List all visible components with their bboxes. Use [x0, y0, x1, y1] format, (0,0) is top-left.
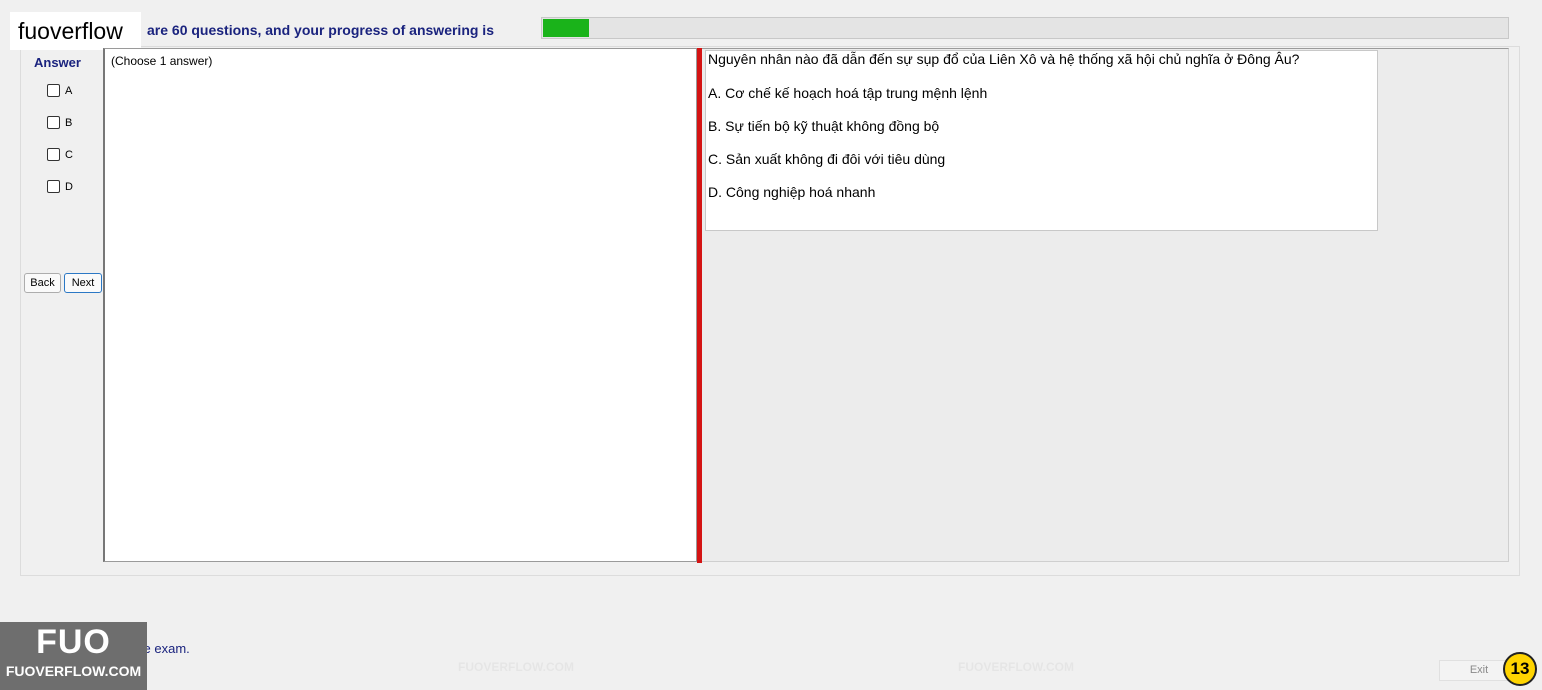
answer-option-c[interactable]: C: [47, 148, 73, 161]
answer-option-b[interactable]: B: [47, 116, 72, 129]
back-button[interactable]: Back: [24, 273, 61, 293]
fuoverflow-logo: FUO FUOVERFLOW.COM: [0, 622, 147, 690]
progress-bar: [541, 17, 1509, 39]
next-button[interactable]: Next: [64, 273, 102, 293]
logo-text: FUO: [36, 623, 111, 661]
answer-option-label: C: [65, 148, 73, 161]
answer-title: Answer: [34, 55, 81, 70]
answer-option-label: B: [65, 116, 73, 129]
fuoverflow-label: fuoverflow: [10, 12, 141, 50]
watermark-text: FUOVERFLOW.COM: [958, 660, 1074, 674]
page-number-badge: 13: [1503, 652, 1537, 686]
checkbox[interactable]: [47, 180, 60, 193]
question-box: [705, 50, 1378, 231]
progress-fill: [543, 19, 590, 37]
answer-option-a[interactable]: A: [47, 84, 72, 97]
checkbox[interactable]: [47, 116, 60, 129]
logo-subtext: FUOVERFLOW.COM: [5, 663, 142, 679]
progress-text: are 60 questions, and your progress of a…: [147, 22, 494, 38]
watermark-text: FUOVERFLOW.COM: [458, 660, 574, 674]
instruction-text: (Choose 1 answer): [111, 54, 213, 68]
question-option-a: A. Cơ chế kế hoạch hoá tập trung mệnh lệ…: [708, 85, 988, 101]
question-option-c: C. Sản xuất không đi đôi với tiêu dùng: [708, 151, 946, 167]
question-text: Nguyên nhân nào đã dẫn đến sự sụp đổ của…: [708, 51, 1300, 67]
answer-option-label: A: [65, 84, 73, 97]
question-option-b: B. Sự tiến bộ kỹ thuật không đồng bộ: [708, 118, 940, 134]
answer-option-label: D: [65, 180, 73, 193]
answer-option-d[interactable]: D: [47, 180, 73, 193]
checkbox[interactable]: [47, 148, 60, 161]
question-option-d: D. Công nghiệp hoá nhanh: [708, 184, 876, 200]
checkbox[interactable]: [47, 84, 60, 97]
answer-pane: [103, 48, 697, 562]
